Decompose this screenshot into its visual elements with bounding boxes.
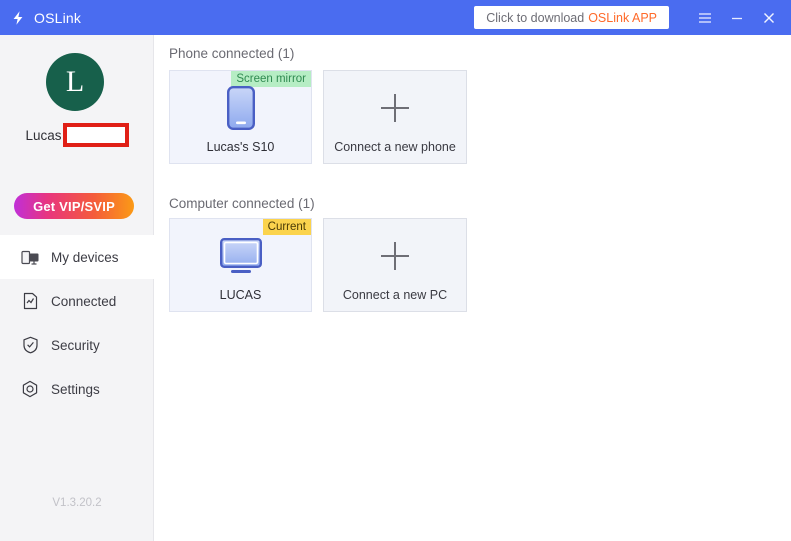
main-content: Phone connected (1) Screen mirror Lucas'…: [155, 35, 791, 541]
sidebar-item-label: My devices: [51, 249, 119, 265]
connect-new-phone-card[interactable]: Connect a new phone: [323, 70, 467, 164]
connect-new-pc-card[interactable]: Connect a new PC: [323, 218, 467, 312]
download-app-button[interactable]: Click to download OSLink APP: [474, 6, 669, 29]
app-title: OSLink: [34, 9, 82, 26]
sidebar: L Lucas Get VIP/SVIP My devices Connecte…: [0, 35, 154, 541]
monitor-icon: [170, 232, 311, 280]
redacted-account-field: [62, 123, 129, 147]
device-name-label: Lucas's S10: [206, 140, 275, 154]
download-button-accent-label: OSLink APP: [588, 10, 657, 25]
computer-card-row: Current LUCAS Connect a new PC: [169, 218, 467, 312]
lightning-bolt-icon: [9, 9, 27, 27]
app-version-label: V1.3.20.2: [52, 497, 102, 509]
sidebar-nav: My devices Connected Security Settings: [0, 235, 154, 411]
device-card-computer[interactable]: Current LUCAS: [169, 218, 312, 312]
close-icon[interactable]: [753, 0, 785, 35]
sidebar-item-label: Security: [51, 337, 100, 353]
devices-icon: [20, 247, 40, 267]
device-name-label: LUCAS: [219, 288, 262, 302]
sidebar-item-label: Settings: [51, 381, 100, 397]
sidebar-item-settings[interactable]: Settings: [0, 367, 154, 411]
phone-section-title: Phone connected (1): [169, 46, 295, 61]
connect-new-phone-label: Connect a new phone: [334, 140, 456, 154]
app-window: OSLink Click to download OSLink APP L Lu…: [0, 0, 791, 541]
phone-card-row: Screen mirror Lucas's S10 Connect a new …: [169, 70, 467, 164]
avatar[interactable]: L: [46, 53, 104, 111]
download-button-label: Click to download: [486, 10, 585, 25]
hamburger-menu-icon[interactable]: [689, 0, 721, 35]
minimize-icon[interactable]: [721, 0, 753, 35]
sidebar-item-label: Connected: [51, 293, 117, 309]
gear-hexagon-icon: [20, 379, 40, 399]
shield-check-icon: [20, 335, 40, 355]
get-vip-button-label: Get VIP/SVIP: [33, 198, 115, 214]
device-card-phone[interactable]: Screen mirror Lucas's S10: [169, 70, 312, 164]
plus-icon: [324, 232, 466, 280]
computer-section-title: Computer connected (1): [169, 196, 315, 211]
plus-icon: [324, 84, 466, 132]
get-vip-button[interactable]: Get VIP/SVIP: [14, 193, 134, 219]
connect-new-pc-label: Connect a new PC: [342, 288, 448, 302]
title-bar: OSLink Click to download OSLink APP: [0, 0, 791, 35]
report-chart-icon: [20, 291, 40, 311]
smartphone-icon: [170, 84, 311, 132]
sidebar-item-security[interactable]: Security: [0, 323, 154, 367]
sidebar-item-connected[interactable]: Connected: [0, 279, 154, 323]
sidebar-item-my-devices[interactable]: My devices: [0, 235, 154, 279]
username-row: Lucas: [0, 121, 154, 149]
username-label: Lucas: [25, 127, 62, 143]
